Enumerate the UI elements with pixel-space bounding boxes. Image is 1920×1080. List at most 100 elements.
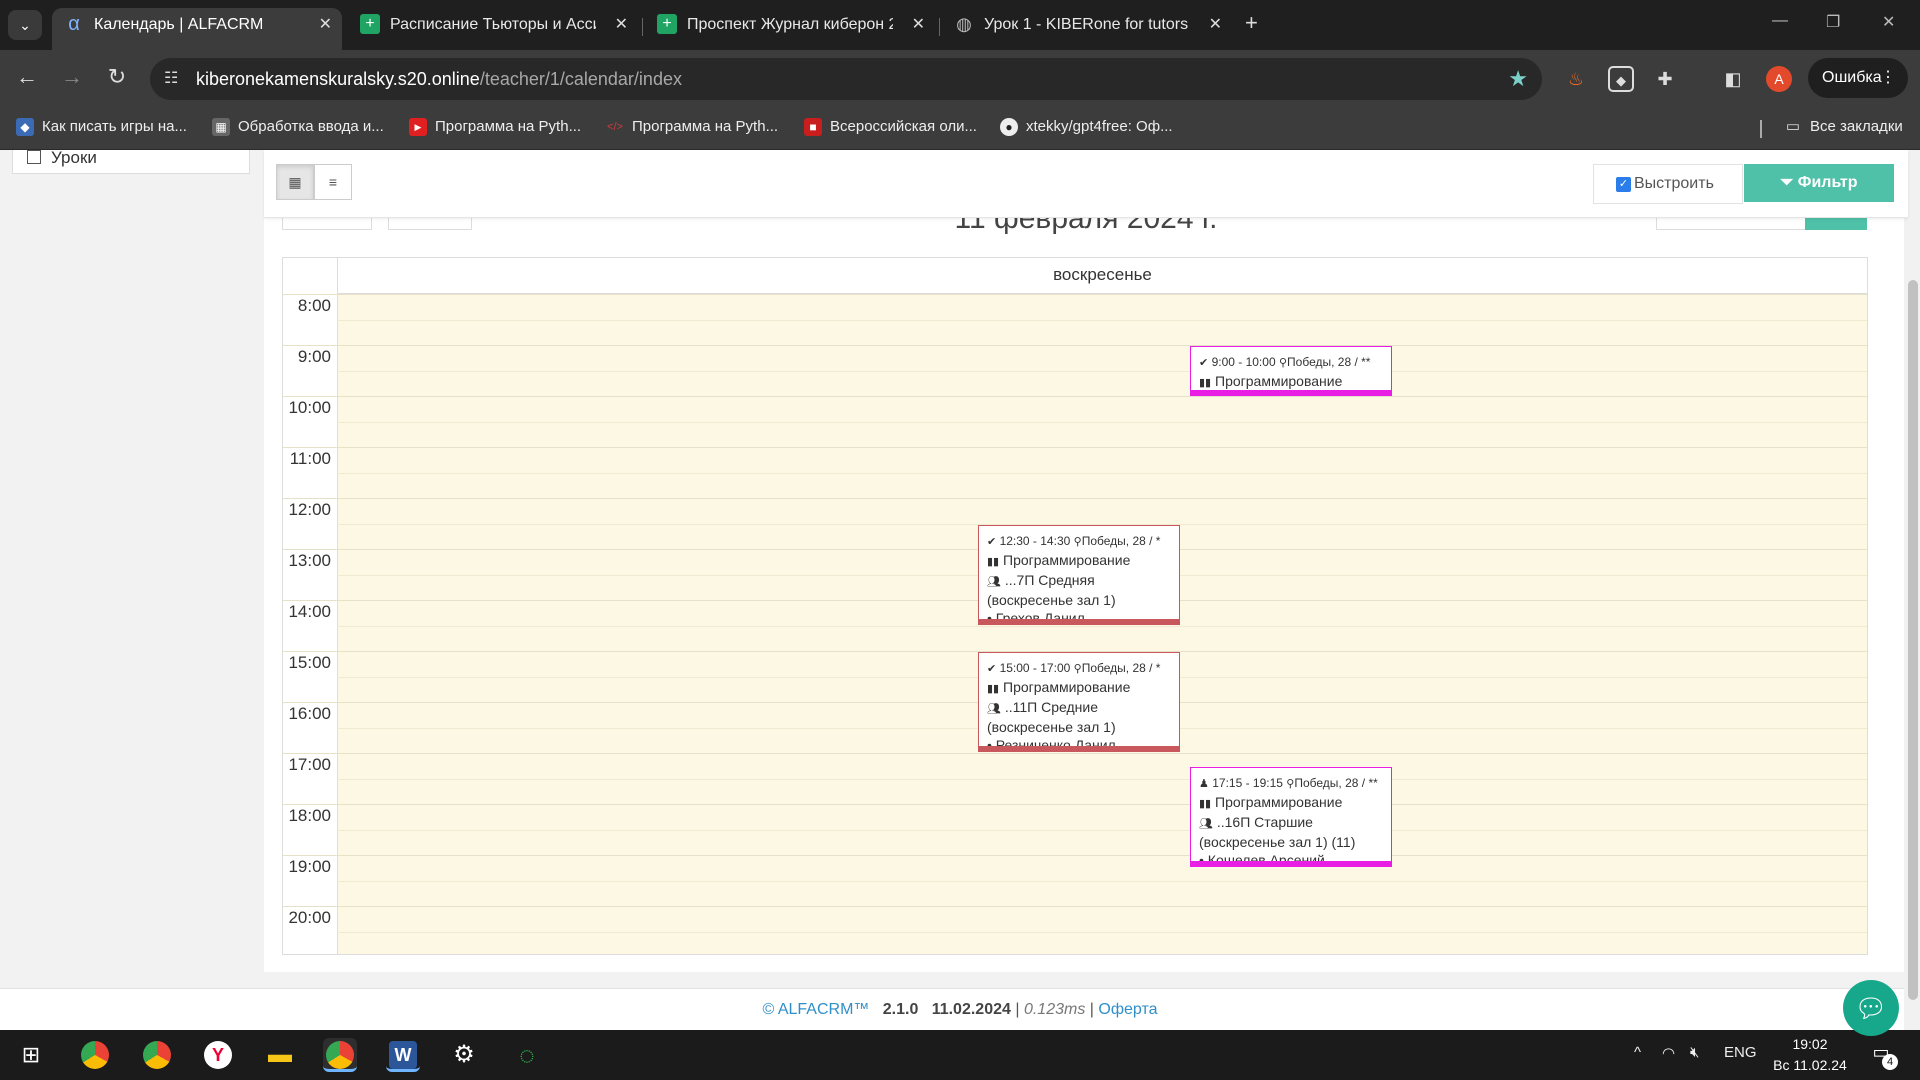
language-indicator[interactable]: ENG bbox=[1724, 1044, 1757, 1061]
hour-line bbox=[283, 906, 1867, 907]
bookmark-star-icon[interactable]: ★ bbox=[1508, 66, 1528, 92]
tab-calendar[interactable]: α Календарь | ALFACRM ✕ bbox=[52, 8, 342, 50]
restore-icon[interactable]: ❐ bbox=[1826, 12, 1840, 32]
sidebar-item-lessons[interactable]: Уроки bbox=[12, 150, 250, 174]
list-icon: ≡ bbox=[328, 174, 338, 190]
event-subject-row: ▮▮ Программирование bbox=[987, 551, 1171, 571]
site-settings-icon[interactable]: ☷ bbox=[164, 68, 178, 88]
time-label: 10:00 bbox=[288, 398, 331, 417]
extensions-puzzle-icon[interactable]: ✚ bbox=[1652, 66, 1678, 92]
notification-count: 4 bbox=[1882, 1054, 1898, 1070]
olympiad-icon: ■ bbox=[804, 118, 822, 136]
windows-start-icon[interactable]: ⊞ bbox=[14, 1038, 48, 1072]
error-label: Ошибка bbox=[1822, 69, 1882, 86]
filter-button[interactable]: ⏷ Фильтр bbox=[1744, 164, 1894, 202]
close-icon[interactable]: ✕ bbox=[912, 8, 925, 42]
hour-line bbox=[283, 855, 1867, 856]
wifi-icon[interactable]: ◠ bbox=[1662, 1044, 1675, 1062]
page-scrollbar[interactable] bbox=[1904, 150, 1920, 1030]
fire-extension-icon[interactable]: ♨ bbox=[1563, 66, 1589, 92]
github-icon: ● bbox=[1000, 118, 1018, 136]
close-icon[interactable]: ✕ bbox=[319, 8, 332, 42]
bookmark-label: Программа на Pyth... bbox=[632, 118, 779, 135]
tab-journal[interactable]: + Проспект Журнал киберон 23-24 ✕ bbox=[645, 8, 935, 50]
loading-app-icon[interactable]: ◌ bbox=[510, 1038, 544, 1072]
tab-lesson[interactable]: ◍ Урок 1 - KIBERone for tutors ✕ bbox=[942, 8, 1232, 50]
browser-tab-bar: ⌄ α Календарь | ALFACRM ✕ + Расписание Т… bbox=[0, 0, 1920, 50]
location-pin-icon: ⚲ bbox=[1073, 536, 1082, 548]
chat-widget-button[interactable]: 💬︎ bbox=[1843, 980, 1899, 1036]
scrollbar-thumb[interactable] bbox=[1908, 280, 1918, 1000]
filter-icon: ⏷ bbox=[1780, 174, 1794, 191]
event-group: ..11П Средние bbox=[1004, 699, 1099, 715]
time-label: 20:00 bbox=[288, 908, 331, 927]
bookmark-item[interactable]: ◆ Как писать игры на... bbox=[16, 118, 187, 136]
half-hour-line bbox=[337, 880, 1867, 882]
half-hour-line bbox=[337, 370, 1867, 372]
bookmark-item[interactable]: ▦ Обработка ввода и... bbox=[212, 118, 384, 136]
bookmark-item[interactable]: ● xtekky/gpt4free: Оф... bbox=[1000, 118, 1173, 136]
tray-chevron-icon[interactable]: ^ bbox=[1634, 1044, 1641, 1061]
hour-line bbox=[283, 396, 1867, 397]
close-icon[interactable]: ✕ bbox=[615, 8, 628, 42]
settings-gear-icon[interactable]: ⚙ bbox=[447, 1038, 481, 1072]
error-button[interactable]: Ошибка ⋮ bbox=[1808, 58, 1908, 98]
volume-muted-icon[interactable]: 🔇︎ bbox=[1690, 1044, 1699, 1061]
minimize-icon[interactable]: — bbox=[1772, 12, 1788, 30]
book-icon: ▮▮ bbox=[987, 683, 1000, 695]
hour-line bbox=[283, 447, 1867, 448]
event-group-row: 👥︎ ..11П Средние bbox=[987, 698, 1171, 718]
all-bookmarks[interactable]: ▭ Все закладки bbox=[1784, 118, 1903, 135]
chrome-icon[interactable] bbox=[78, 1038, 112, 1072]
lesson-event[interactable]: ✔ 15:00 - 17:00 ⚲Победы, 28 / * ▮▮ Прогр… bbox=[978, 652, 1180, 752]
bookmark-item[interactable]: ■ Всероссийская оли... bbox=[804, 118, 977, 136]
event-header: ♟ 17:15 - 19:15 ⚲Победы, 28 / ** bbox=[1199, 774, 1383, 793]
url-host: kiberonekamenskuralsky.s20.online bbox=[196, 69, 480, 89]
footer-date: 11.02.2024 bbox=[931, 1001, 1011, 1018]
arrange-checkbox[interactable]: ✓ bbox=[1616, 177, 1631, 192]
yandex-browser-icon[interactable]: Y bbox=[201, 1038, 235, 1072]
tab-schedule[interactable]: + Расписание Тьюторы и Ассистенты ✕ bbox=[348, 8, 638, 50]
tab-search-button[interactable]: ⌄ bbox=[8, 10, 42, 40]
profile-avatar[interactable]: A bbox=[1766, 66, 1792, 92]
check-icon: ✔ bbox=[987, 663, 997, 675]
lesson-event[interactable]: ✔ 9:00 - 10:00 ⚲Победы, 28 / ** ▮▮ Прогр… bbox=[1190, 346, 1392, 396]
browser-toolbar: ← → ↻ ☷ kiberonekamenskuralsky.s20.onlin… bbox=[0, 50, 1920, 108]
alfacrm-link[interactable]: © ALFACRM™ bbox=[762, 1001, 869, 1018]
extension-icon[interactable]: ◆ bbox=[1608, 66, 1634, 92]
list-view-button[interactable]: ≡ bbox=[314, 164, 352, 200]
time-label: 11:00 bbox=[289, 449, 331, 468]
time-label: 13:00 bbox=[288, 551, 331, 570]
bookmark-label: xtekky/gpt4free: Оф... bbox=[1026, 118, 1173, 135]
address-bar[interactable]: ☷ kiberonekamenskuralsky.s20.online/teac… bbox=[150, 58, 1542, 100]
event-subject: Программирование bbox=[1003, 679, 1131, 695]
lessons-checkbox[interactable] bbox=[27, 150, 41, 164]
word-icon[interactable]: W bbox=[386, 1038, 420, 1072]
event-group-row: 👥︎ ..16П Старшие bbox=[1199, 813, 1383, 833]
bookmark-item[interactable]: </> Программа на Pyth... bbox=[606, 118, 778, 135]
back-button[interactable]: ← bbox=[12, 64, 42, 90]
half-hour-line bbox=[337, 778, 1867, 780]
event-subject: Программирование bbox=[1215, 794, 1343, 810]
bookmark-item[interactable]: ▶ Программа на Pyth... bbox=[409, 118, 581, 136]
chrome-active-icon[interactable] bbox=[323, 1038, 357, 1072]
system-clock[interactable]: 19:02 Вс 11.02.24 bbox=[1770, 1034, 1850, 1076]
sidebar-panel-icon[interactable]: ◧ bbox=[1720, 66, 1746, 92]
offer-link[interactable]: Оферта bbox=[1098, 1001, 1157, 1018]
url-path: /teacher/1/calendar/index bbox=[479, 69, 682, 89]
event-group: ..16П Старшие bbox=[1216, 814, 1313, 830]
file-explorer-icon[interactable]: ▬ bbox=[263, 1038, 297, 1072]
calendar-view-button[interactable]: ▦ bbox=[276, 164, 314, 200]
reload-button[interactable]: ↻ bbox=[102, 64, 132, 90]
lesson-event[interactable]: ♟ 17:15 - 19:15 ⚲Победы, 28 / ** ▮▮ Прог… bbox=[1190, 767, 1392, 867]
lesson-event[interactable]: ✔ 12:30 - 14:30 ⚲Победы, 28 / * ▮▮ Прогр… bbox=[978, 525, 1180, 625]
arrange-toggle[interactable]: ✓ Выстроить bbox=[1593, 164, 1743, 204]
event-color-bar bbox=[979, 619, 1179, 624]
window-close-icon[interactable]: ✕ bbox=[1882, 12, 1895, 32]
chrome-profile-icon[interactable] bbox=[140, 1038, 174, 1072]
close-icon[interactable]: ✕ bbox=[1209, 8, 1222, 42]
forward-button[interactable]: → bbox=[57, 64, 87, 90]
folder-icon: ▭ bbox=[1785, 118, 1801, 135]
new-tab-button[interactable]: + bbox=[1245, 10, 1258, 36]
alfacrm-logo-icon: α bbox=[68, 13, 80, 35]
